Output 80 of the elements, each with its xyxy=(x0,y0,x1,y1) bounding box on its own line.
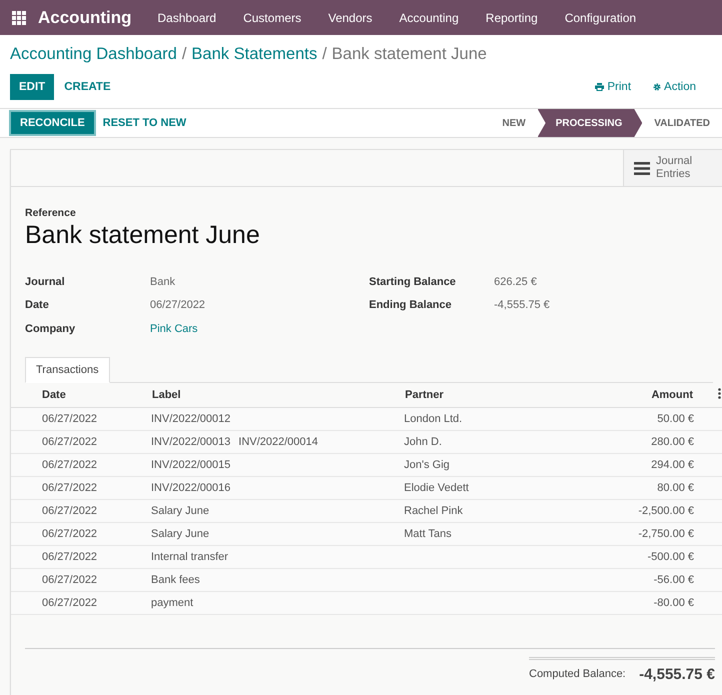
table-cell: INV/2022/00012 xyxy=(151,412,231,424)
table-cell: Salary June xyxy=(151,504,210,516)
field-label: Company xyxy=(25,322,76,335)
table-cell: 50.00 € xyxy=(546,407,694,430)
reconcile-button[interactable]: RECONCILE xyxy=(11,112,94,134)
table-cell: 280.00 € xyxy=(546,430,694,453)
column-header[interactable]: Amount xyxy=(546,382,694,407)
print-button[interactable]: Print xyxy=(589,80,638,94)
table-cell: 294.00 € xyxy=(546,453,694,476)
app-name[interactable]: Accounting xyxy=(38,8,132,28)
menu-item[interactable]: Vendors xyxy=(328,10,372,24)
table-cell: 80.00 € xyxy=(546,476,694,499)
breadcrumb-current: Bank statement June xyxy=(332,45,487,64)
table-cell: -80.00 € xyxy=(546,591,694,614)
field-value: Bank xyxy=(150,276,176,288)
status-step[interactable]: NEW xyxy=(490,109,538,137)
table-cell: -56.00 € xyxy=(546,568,694,591)
column-header[interactable]: Partner xyxy=(404,382,546,407)
field-label: Date xyxy=(25,299,50,312)
table-cell: -500.00 € xyxy=(546,545,694,568)
menu-item[interactable]: Accounting xyxy=(399,10,459,24)
menu-item[interactable]: Configuration xyxy=(564,10,636,24)
table-cell: Matt Tans xyxy=(404,528,452,540)
table-cell: -2,500.00 € xyxy=(546,499,694,522)
menu-item[interactable]: Customers xyxy=(243,10,302,24)
column-header[interactable]: Label xyxy=(151,382,404,407)
gear-icon xyxy=(653,83,662,91)
table-cell: INV/2022/00015 xyxy=(151,458,231,470)
table-cell: 06/27/2022 xyxy=(11,568,151,591)
breadcrumb-link[interactable]: Bank Statements xyxy=(192,45,318,64)
table-cell: Salary June xyxy=(151,528,210,540)
table-cell: Jon's Gig xyxy=(404,458,450,470)
field-label: Reference xyxy=(25,207,77,219)
status-step[interactable]: PROCESSING xyxy=(538,109,642,137)
column-header[interactable]: Date xyxy=(11,382,151,407)
field-label: Journal xyxy=(25,276,66,288)
table-cell: London Ltd. xyxy=(404,412,462,424)
table-cell: 06/27/2022 xyxy=(11,591,151,614)
table-cell: 06/27/2022 xyxy=(11,407,151,430)
journal-entries-button[interactable]: Journal Entries xyxy=(623,150,722,186)
table-cell: Internal transfer xyxy=(151,550,228,562)
table-cell: 06/27/2022 xyxy=(11,522,151,545)
printer-icon xyxy=(595,83,604,91)
table-cell: -2,750.00 € xyxy=(546,522,694,545)
total-label: Computed Balance: xyxy=(529,668,626,680)
field-value: 06/27/2022 xyxy=(150,299,206,312)
action-button[interactable]: Action xyxy=(647,80,702,94)
field-label: Ending Balance xyxy=(369,299,453,312)
field-value: -4,555.75 € xyxy=(494,299,550,312)
table-cell: 06/27/2022 xyxy=(11,545,151,568)
menu-item[interactable]: Reporting xyxy=(486,10,538,24)
apps-grid-icon[interactable] xyxy=(12,10,26,24)
table-cell: Rachel Pink xyxy=(404,504,463,516)
reset-button[interactable]: RESET TO NEW xyxy=(94,112,196,134)
create-button[interactable]: CREATE xyxy=(54,75,121,99)
breadcrumb-separator: / xyxy=(182,45,187,64)
record-title: Bank statement June xyxy=(25,221,261,250)
table-cell: INV/2022/00016 xyxy=(151,482,231,494)
status-step[interactable]: VALIDATED xyxy=(642,109,722,137)
table-cell: John D. xyxy=(404,436,442,448)
table-cell: 06/27/2022 xyxy=(11,430,151,453)
breadcrumb-separator: / xyxy=(322,45,327,64)
table-cell: 06/27/2022 xyxy=(11,453,151,476)
table-cell: 06/27/2022 xyxy=(11,499,151,522)
table-cell: Elodie Vedett xyxy=(404,482,469,494)
table-cell: INV/2022/00014 xyxy=(238,436,318,448)
table-cell: INV/2022/00013 xyxy=(151,436,231,448)
table-cell: payment xyxy=(151,596,194,608)
notebook-tab[interactable]: Transactions xyxy=(25,356,110,382)
menu-item[interactable]: Dashboard xyxy=(158,10,216,24)
column-options-icon[interactable] xyxy=(718,388,721,398)
table-cell: 06/27/2022 xyxy=(11,476,151,499)
edit-button[interactable]: EDIT xyxy=(10,74,54,100)
total-value: -4,555.75 € xyxy=(639,666,715,682)
breadcrumb-link[interactable]: Accounting Dashboard xyxy=(10,45,177,64)
field-label: Starting Balance xyxy=(369,276,457,288)
field-link[interactable]: Pink Cars xyxy=(150,322,198,335)
menu-lines-icon xyxy=(634,162,650,174)
field-value: 626.25 € xyxy=(494,276,537,288)
table-cell: Bank fees xyxy=(151,574,200,586)
